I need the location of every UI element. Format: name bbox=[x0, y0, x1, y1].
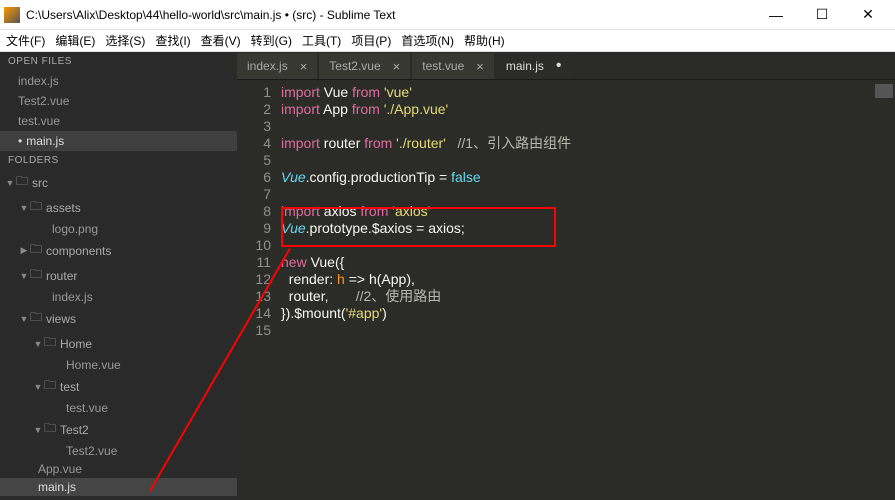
folder-icon: 🗀 bbox=[44, 376, 56, 397]
tabbar: index.js× Test2.vue× test.vue× main.js• bbox=[237, 52, 895, 80]
file-main-js[interactable]: main.js bbox=[0, 478, 237, 496]
open-file-item[interactable]: test.vue bbox=[0, 111, 237, 131]
folder-icon: 🗀 bbox=[16, 172, 28, 193]
menu-prefs[interactable]: 首选项(N) bbox=[401, 32, 454, 49]
folder-assets[interactable]: ▼🗀assets bbox=[0, 195, 237, 220]
file-app-vue[interactable]: App.vue bbox=[0, 460, 237, 478]
code-content[interactable]: import Vue from 'vue' import App from '.… bbox=[281, 84, 895, 500]
open-file-item[interactable]: Test2.vue bbox=[0, 91, 237, 111]
file-router-index[interactable]: index.js bbox=[0, 288, 237, 306]
folder-src[interactable]: ▼🗀src bbox=[0, 170, 237, 195]
menu-project[interactable]: 项目(P) bbox=[351, 32, 391, 49]
close-icon[interactable]: × bbox=[300, 59, 308, 74]
close-icon[interactable]: × bbox=[476, 59, 484, 74]
menu-goto[interactable]: 转到(G) bbox=[251, 32, 292, 49]
open-file-item[interactable]: index.js bbox=[0, 71, 237, 91]
tab-testvue[interactable]: test.vue× bbox=[412, 53, 494, 79]
menu-view[interactable]: 查看(V) bbox=[201, 32, 241, 49]
window-title: C:\Users\Alix\Desktop\44\hello-world\src… bbox=[26, 8, 753, 22]
gutter: 123456789101112131415 bbox=[237, 84, 281, 500]
folder-views[interactable]: ▼🗀views bbox=[0, 306, 237, 331]
folder-home[interactable]: ▼🗀Home bbox=[0, 331, 237, 356]
tab-indexjs[interactable]: index.js× bbox=[237, 53, 317, 79]
maximize-button[interactable]: ☐ bbox=[799, 0, 845, 30]
editor[interactable]: 123456789101112131415 import Vue from 'v… bbox=[237, 80, 895, 500]
tab-test2vue[interactable]: Test2.vue× bbox=[319, 53, 410, 79]
open-file-item-active[interactable]: main.js bbox=[0, 131, 237, 151]
menu-help[interactable]: 帮助(H) bbox=[464, 32, 505, 49]
file-home-vue[interactable]: Home.vue bbox=[0, 356, 237, 374]
folder-test2[interactable]: ▼🗀Test2 bbox=[0, 417, 237, 442]
menu-find[interactable]: 查找(I) bbox=[155, 32, 190, 49]
folder-components[interactable]: ▶🗀components bbox=[0, 238, 237, 263]
folder-icon: 🗀 bbox=[30, 265, 42, 286]
folder-icon: 🗀 bbox=[44, 333, 56, 354]
folder-router[interactable]: ▼🗀router bbox=[0, 263, 237, 288]
minimize-button[interactable]: — bbox=[753, 0, 799, 30]
folder-icon: 🗀 bbox=[44, 419, 56, 440]
menu-file[interactable]: 文件(F) bbox=[6, 32, 45, 49]
open-files-header: OPEN FILES bbox=[0, 52, 237, 71]
menu-select[interactable]: 选择(S) bbox=[105, 32, 145, 49]
file-test-vue[interactable]: test.vue bbox=[0, 399, 237, 417]
tab-mainjs[interactable]: main.js• bbox=[496, 53, 572, 79]
file-logo[interactable]: logo.png bbox=[0, 220, 237, 238]
folder-icon: 🗀 bbox=[30, 197, 42, 218]
folder-test[interactable]: ▼🗀test bbox=[0, 374, 237, 399]
folder-icon: 🗀 bbox=[30, 240, 42, 261]
menu-tools[interactable]: 工具(T) bbox=[302, 32, 341, 49]
folder-icon: 🗀 bbox=[30, 308, 42, 329]
menu-edit[interactable]: 编辑(E) bbox=[55, 32, 95, 49]
folders-header: FOLDERS bbox=[0, 151, 237, 170]
app-icon bbox=[4, 7, 20, 23]
titlebar: C:\Users\Alix\Desktop\44\hello-world\src… bbox=[0, 0, 895, 30]
file-test2-vue[interactable]: Test2.vue bbox=[0, 442, 237, 460]
close-button[interactable]: ✕ bbox=[845, 0, 891, 30]
menubar: 文件(F) 编辑(E) 选择(S) 查找(I) 查看(V) 转到(G) 工具(T… bbox=[0, 30, 895, 52]
close-icon[interactable]: × bbox=[393, 59, 401, 74]
sidebar: OPEN FILES index.js Test2.vue test.vue m… bbox=[0, 52, 237, 500]
